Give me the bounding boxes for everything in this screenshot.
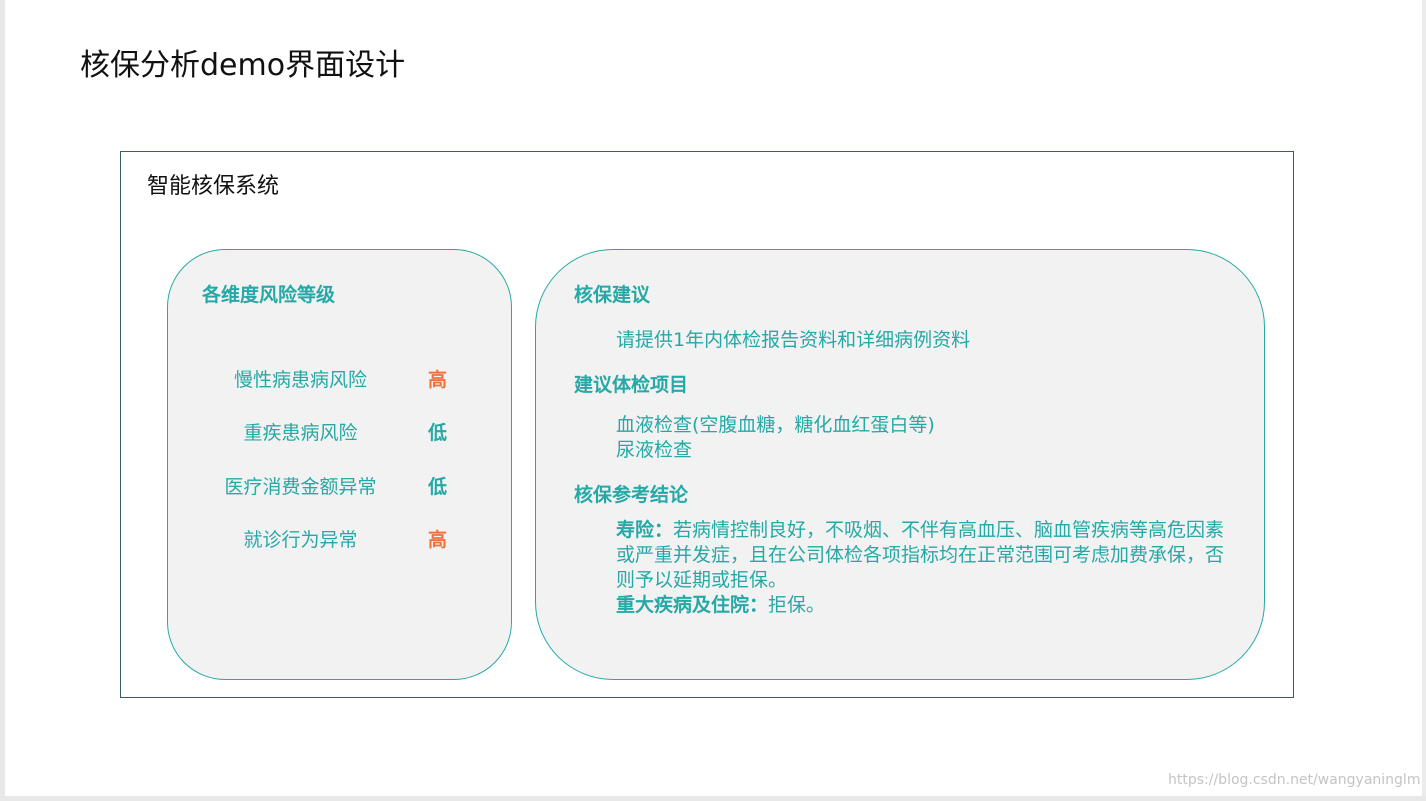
risk-level-badge: 高 — [428, 369, 448, 391]
exam-heading: 建议体检项目 — [574, 374, 689, 396]
risk-level-badge: 低 — [428, 476, 448, 498]
page-title: 核保分析demo界面设计 — [80, 48, 406, 83]
life-insurance-text: 若病情控制良好，不吸烟、不伴有高血压、脑血管疾病等高危因素或严重并发症，且在公司… — [616, 519, 1225, 591]
slide-edge — [1422, 0, 1426, 801]
conclusion-heading: 核保参考结论 — [574, 484, 689, 506]
risk-row: 就诊行为异常 高 — [168, 525, 513, 555]
slide-edge — [0, 796, 1426, 801]
risk-row: 慢性病患病风险 高 — [168, 365, 513, 395]
advice-text: 请提供1年内体检报告资料和详细病例资料 — [616, 329, 971, 351]
risk-level-badge: 低 — [428, 422, 448, 444]
risk-label: 慢性病患病风险 — [233, 369, 367, 391]
risk-label: 重疾患病风险 — [243, 422, 358, 444]
underwriting-advice-panel: 核保建议 请提供1年内体检报告资料和详细病例资料 建议体检项目 血液检查(空腹血… — [535, 249, 1265, 680]
risk-level-panel: 各维度风险等级 慢性病患病风险 高 重疾患病风险 低 医疗消费金额异常 低 就诊… — [167, 249, 512, 680]
life-insurance-label: 寿险： — [616, 519, 674, 541]
risk-row: 医疗消费金额异常 低 — [168, 472, 513, 502]
critical-illness-label: 重大疾病及住院： — [616, 594, 769, 616]
exam-item: 尿液检查 — [616, 439, 693, 461]
critical-illness-text: 拒保。 — [768, 594, 826, 616]
system-frame: 智能核保系统 各维度风险等级 慢性病患病风险 高 重疾患病风险 低 医疗消费金额… — [120, 151, 1294, 698]
risk-row: 重疾患病风险 低 — [168, 418, 513, 448]
system-title: 智能核保系统 — [147, 174, 280, 199]
risk-level-badge: 高 — [428, 529, 448, 551]
watermark: https://blog.csdn.net/wangyaninglm — [1168, 772, 1421, 788]
risk-panel-heading: 各维度风险等级 — [202, 284, 336, 306]
slide-edge — [0, 0, 5, 801]
risk-label: 就诊行为异常 — [243, 529, 358, 551]
risk-label: 医疗消费金额异常 — [224, 476, 377, 498]
conclusion-text: 寿险：若病情控制良好，不吸烟、不伴有高血压、脑血管疾病等高危因素或严重并发症，且… — [616, 518, 1226, 618]
advice-heading: 核保建议 — [574, 284, 651, 306]
exam-item: 血液检查(空腹血糖，糖化血红蛋白等) — [616, 414, 935, 436]
